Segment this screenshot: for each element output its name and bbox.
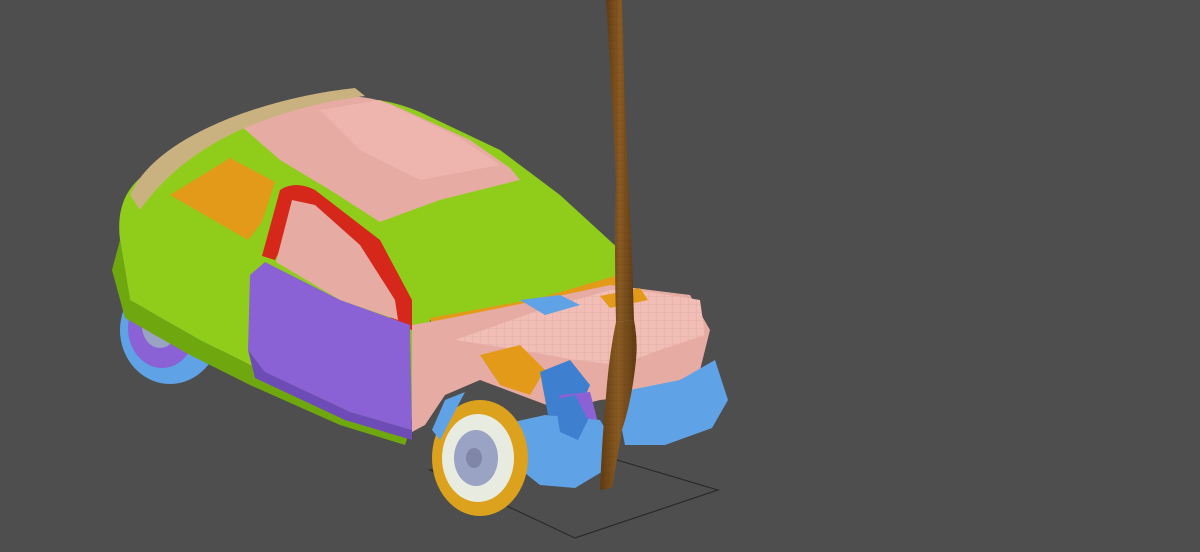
fea-viewport[interactable]	[0, 0, 1200, 552]
crash-simulation-scene	[0, 0, 1200, 552]
